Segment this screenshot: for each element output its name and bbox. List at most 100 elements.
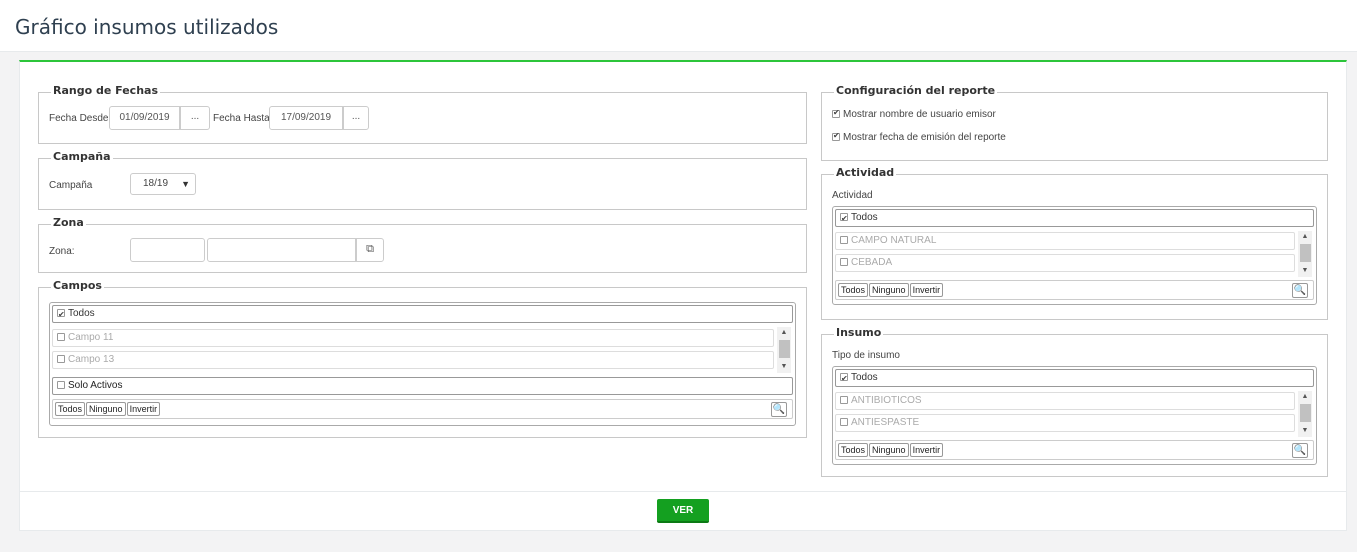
config-option-usuario[interactable]: Mostrar nombre de usuario emisor bbox=[832, 108, 996, 120]
search-icon[interactable]: 🔍 bbox=[1292, 443, 1308, 458]
config-option-usuario-label: Mostrar nombre de usuario emisor bbox=[843, 109, 996, 120]
list-item-label: ANTIBIOTICOS bbox=[851, 395, 922, 406]
campos-listbox: Todos Campo 11 Campo 13 ▲ ▼ Solo Activos… bbox=[49, 302, 796, 426]
solo-activos-label: Solo Activos bbox=[68, 380, 123, 391]
campos-toolbar: Todos Ninguno Invertir 🔍 bbox=[52, 399, 793, 419]
insumo-invertir-button[interactable]: Invertir bbox=[909, 443, 944, 457]
actividad-ninguno-button[interactable]: Ninguno bbox=[869, 283, 909, 297]
insumo-scrollbar[interactable]: ▲ ▼ bbox=[1298, 391, 1312, 437]
checkbox-checked-icon[interactable] bbox=[840, 371, 848, 387]
insumo-fieldset: Insumo Tipo de insumo Todos ANTIBIOTICOS… bbox=[821, 326, 1328, 477]
search-icon[interactable]: 🔍 bbox=[771, 402, 787, 417]
insumo-todos-label: Todos bbox=[851, 372, 878, 383]
scroll-up-icon[interactable]: ▲ bbox=[777, 327, 791, 339]
actividad-listbox: Todos CAMPO NATURAL CEBADA ▲ ▼ TodosNing… bbox=[832, 206, 1317, 305]
campos-legend: Campos bbox=[51, 279, 104, 292]
checkbox-icon[interactable] bbox=[840, 236, 848, 244]
actividad-todos-option[interactable]: Todos bbox=[835, 209, 1314, 227]
list-item-label: CAMPO NATURAL bbox=[851, 235, 937, 246]
actividad-legend: Actividad bbox=[834, 166, 897, 179]
scroll-up-icon[interactable]: ▲ bbox=[1298, 391, 1312, 403]
external-link-icon[interactable]: ⧉ bbox=[356, 238, 384, 262]
list-item-label: Campo 11 bbox=[68, 332, 114, 343]
insumo-legend: Insumo bbox=[834, 326, 884, 339]
list-item[interactable]: CEBADA bbox=[835, 254, 1295, 272]
checkbox-icon[interactable] bbox=[57, 333, 65, 341]
campos-ninguno-button[interactable]: Ninguno bbox=[86, 402, 126, 416]
actividad-scrollbar[interactable]: ▲ ▼ bbox=[1298, 231, 1312, 277]
scroll-up-icon[interactable]: ▲ bbox=[1298, 231, 1312, 243]
list-item[interactable]: ANTIBIOTICOS bbox=[835, 392, 1295, 410]
page-header: Gráfico insumos utilizados bbox=[0, 0, 1357, 52]
scroll-down-icon[interactable]: ▼ bbox=[777, 361, 791, 373]
checkbox-checked-icon[interactable] bbox=[840, 211, 848, 227]
insumo-toolbar: Todos Ninguno Invertir 🔍 bbox=[835, 440, 1314, 460]
list-item[interactable]: ANTIESPASTE bbox=[835, 414, 1295, 432]
actividad-invertir-button[interactable]: Invertir bbox=[909, 283, 944, 297]
config-option-fecha[interactable]: Mostrar fecha de emisión del reporte bbox=[832, 131, 1006, 143]
list-item[interactable]: CAMPO NATURAL bbox=[835, 232, 1295, 250]
campana-label: Campaña bbox=[49, 180, 93, 191]
zona-fieldset: Zona Zona: ⧉ bbox=[38, 216, 807, 273]
checkbox-checked-icon[interactable] bbox=[57, 307, 65, 323]
insumo-listbox: Todos ANTIBIOTICOS ANTIESPASTE ▲ ▼ Todos… bbox=[832, 366, 1317, 465]
checkbox-icon[interactable] bbox=[57, 381, 65, 389]
checkbox-icon[interactable] bbox=[57, 355, 65, 363]
fecha-hasta-label: Fecha Hasta bbox=[213, 113, 270, 124]
campana-select[interactable]: 18/19 ▼ bbox=[130, 173, 196, 195]
actividad-todos-button[interactable]: Todos bbox=[838, 283, 869, 297]
zona-code-input[interactable] bbox=[130, 238, 205, 262]
zona-label: Zona: bbox=[49, 246, 75, 257]
config-legend: Configuración del reporte bbox=[834, 84, 998, 97]
campana-legend: Campaña bbox=[51, 150, 113, 163]
campana-selected-value: 18/19 bbox=[143, 178, 169, 189]
insumo-ninguno-button[interactable]: Ninguno bbox=[869, 443, 909, 457]
fecha-desde-input[interactable]: 01/09/2019 bbox=[109, 106, 180, 130]
checkbox-icon[interactable] bbox=[840, 418, 848, 426]
list-item[interactable]: Campo 11 bbox=[52, 329, 774, 347]
checkbox-icon[interactable] bbox=[840, 258, 848, 266]
scroll-down-icon[interactable]: ▼ bbox=[1298, 265, 1312, 277]
actividad-fieldset: Actividad Actividad Todos CAMPO NATURAL … bbox=[821, 166, 1328, 320]
checkbox-checked-icon[interactable] bbox=[832, 131, 840, 141]
actividad-label: Actividad bbox=[832, 190, 873, 201]
fecha-desde-label: Fecha Desde bbox=[49, 113, 109, 124]
scroll-thumb[interactable] bbox=[779, 340, 790, 358]
page-title: Gráfico insumos utilizados bbox=[15, 15, 279, 39]
actividad-todos-label: Todos bbox=[851, 212, 878, 223]
campos-fieldset: Campos Todos Campo 11 Campo 13 ▲ ▼ Solo … bbox=[38, 279, 807, 438]
campos-scrollbar[interactable]: ▲ ▼ bbox=[777, 327, 791, 373]
rango-fieldset: Rango de Fechas Fecha Desde 01/09/2019 .… bbox=[38, 84, 807, 144]
fecha-hasta-picker-button[interactable]: ... bbox=[343, 106, 369, 130]
list-item-label: Campo 13 bbox=[68, 354, 115, 365]
scroll-thumb[interactable] bbox=[1300, 244, 1311, 262]
campos-invertir-button[interactable]: Invertir bbox=[126, 402, 161, 416]
campos-todos-label: Todos bbox=[68, 308, 95, 319]
scroll-thumb[interactable] bbox=[1300, 404, 1311, 422]
checkbox-checked-icon[interactable] bbox=[832, 108, 840, 118]
zona-legend: Zona bbox=[51, 216, 86, 229]
config-option-fecha-label: Mostrar fecha de emisión del reporte bbox=[843, 132, 1006, 143]
fecha-desde-picker-button[interactable]: ... bbox=[180, 106, 210, 130]
list-item-label: ANTIESPASTE bbox=[851, 417, 920, 428]
campana-fieldset: Campaña Campaña 18/19 ▼ bbox=[38, 150, 807, 210]
list-item-label: CEBADA bbox=[851, 257, 893, 268]
campos-todos-option[interactable]: Todos bbox=[52, 305, 793, 323]
campos-todos-button[interactable]: Todos bbox=[55, 402, 86, 416]
panel-footer: VER bbox=[20, 491, 1346, 531]
search-icon[interactable]: 🔍 bbox=[1292, 283, 1308, 298]
solo-activos-option[interactable]: Solo Activos bbox=[52, 377, 793, 395]
report-panel: Rango de Fechas Fecha Desde 01/09/2019 .… bbox=[19, 60, 1347, 531]
checkbox-icon[interactable] bbox=[840, 396, 848, 404]
rango-legend: Rango de Fechas bbox=[51, 84, 160, 97]
scroll-down-icon[interactable]: ▼ bbox=[1298, 425, 1312, 437]
ver-button[interactable]: VER bbox=[657, 499, 709, 523]
tipo-insumo-label: Tipo de insumo bbox=[832, 350, 900, 361]
list-item[interactable]: Campo 13 bbox=[52, 351, 774, 369]
actividad-toolbar: Todos Ninguno Invertir 🔍 bbox=[835, 280, 1314, 300]
zona-name-input[interactable] bbox=[207, 238, 356, 262]
fecha-hasta-input[interactable]: 17/09/2019 bbox=[269, 106, 343, 130]
insumo-todos-button[interactable]: Todos bbox=[838, 443, 869, 457]
chevron-down-icon: ▼ bbox=[181, 179, 190, 189]
insumo-todos-option[interactable]: Todos bbox=[835, 369, 1314, 387]
